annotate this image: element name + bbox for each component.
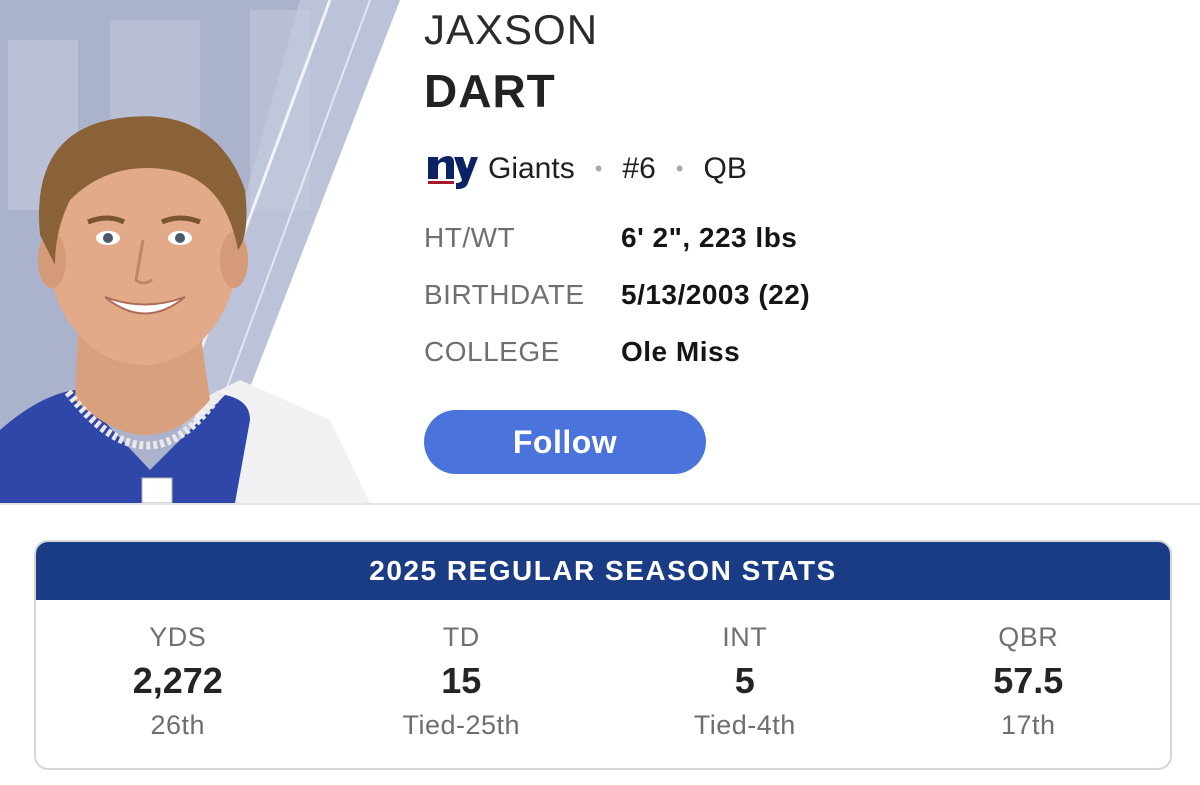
stat-value: 2,272 xyxy=(132,660,223,701)
stat-td: TD 15 Tied-25th xyxy=(320,600,604,768)
team-name[interactable]: Giants xyxy=(488,152,575,186)
stat-label: TD xyxy=(442,622,480,652)
bio-value: Ole Miss xyxy=(621,336,741,367)
player-first-name: JAXSON xyxy=(424,6,599,53)
stat-label: YDS xyxy=(149,622,207,652)
follow-button[interactable]: Follow xyxy=(424,410,706,474)
stat-qbr: QBR 57.5 17th xyxy=(887,600,1171,768)
season-stats-card: 2025 REGULAR SEASON STATS YDS 2,272 26th… xyxy=(34,540,1172,770)
stat-rank: Tied-4th xyxy=(693,710,796,740)
stat-rank: 17th xyxy=(1000,710,1056,740)
player-page: JAXSON DART Giants • #6 • QB HT/WT 6' 2"… xyxy=(0,0,1200,785)
stat-value: 15 xyxy=(441,660,482,701)
section-divider xyxy=(0,503,1200,505)
player-last-name: DART xyxy=(424,65,556,117)
stat-value: 5 xyxy=(734,660,755,701)
player-position: QB xyxy=(703,152,747,185)
stat-rank: 26th xyxy=(150,710,206,740)
player-header: JAXSON DART Giants • #6 • QB HT/WT 6' 2"… xyxy=(0,0,1200,503)
stat-label: INT xyxy=(722,622,768,652)
stat-label: QBR xyxy=(998,622,1059,652)
player-headshot xyxy=(0,0,420,503)
bio-label: HT/WT xyxy=(424,222,516,253)
separator-dot: • xyxy=(675,156,684,181)
stat-value: 57.5 xyxy=(993,660,1064,701)
bio-label: COLLEGE xyxy=(424,336,560,367)
jersey-number: #6 xyxy=(622,152,656,185)
bio-value: 6' 2", 223 lbs xyxy=(621,222,798,253)
stat-yds: YDS 2,272 26th xyxy=(36,600,320,768)
stats-title: 2025 REGULAR SEASON STATS xyxy=(36,542,1170,600)
stats-grid: YDS 2,272 26th TD 15 Tied-25th INT 5 Tie… xyxy=(36,600,1170,768)
team-row: Giants • #6 • QB xyxy=(426,146,747,192)
stat-rank: Tied-25th xyxy=(402,710,521,740)
separator-dot: • xyxy=(594,156,603,181)
bio-label: BIRTHDATE xyxy=(424,279,585,310)
stat-int: INT 5 Tied-4th xyxy=(603,600,887,768)
giants-ny-logo-icon[interactable] xyxy=(426,147,478,191)
bio-value: 5/13/2003 (22) xyxy=(621,279,811,310)
